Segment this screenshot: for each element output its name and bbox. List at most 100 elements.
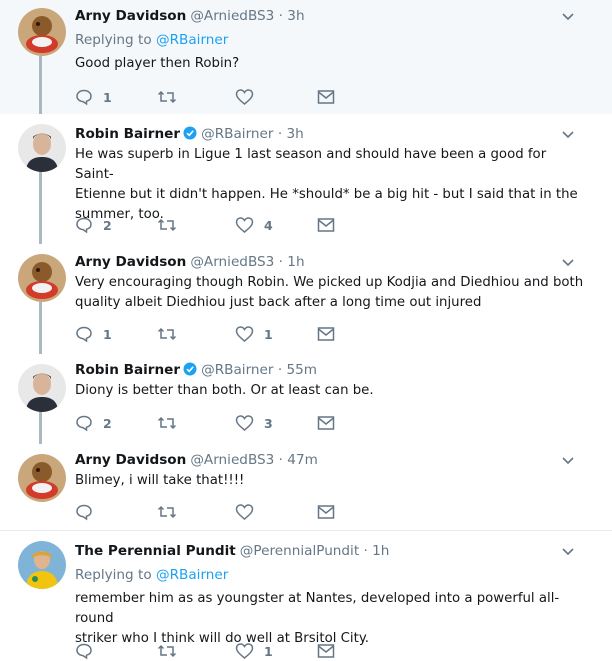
tweet-6[interactable]: The Perennial Pundit @PerennialPundit · 1… [0, 530, 612, 661]
display-name[interactable]: Arny Davidson [75, 452, 186, 468]
display-name[interactable]: Robin Bairner [75, 126, 180, 142]
tweet-text: Good player then Robin? [75, 54, 588, 74]
like-button[interactable]: 4 [235, 215, 273, 235]
envelope-icon [317, 327, 335, 341]
tweet-text-line: quality albeit Diedhiou just back after … [75, 295, 482, 310]
tweet-text-line: Blimey, i will take that!!!! [75, 473, 245, 488]
chevron-down-icon[interactable] [560, 254, 576, 270]
reply-icon [76, 89, 92, 106]
retweet-button[interactable] [157, 324, 177, 344]
user-handle[interactable]: @ArniedBS3 [190, 254, 274, 270]
display-name[interactable]: Arny Davidson [75, 8, 186, 24]
heart-icon [235, 415, 254, 431]
reply-icon [76, 217, 92, 234]
replying-prefix: Replying to [75, 32, 152, 48]
chevron-down-icon[interactable] [560, 452, 576, 468]
timestamp[interactable]: 47m [287, 452, 318, 468]
direct-message-button[interactable] [317, 215, 335, 235]
tweet-4[interactable]: Robin Bairner @RBairner · 55m Diony is be… [0, 354, 612, 444]
reply-count: 2 [103, 217, 112, 233]
user-handle[interactable]: @RBairner [201, 126, 273, 142]
reply-button[interactable]: 2 [75, 215, 112, 235]
retweet-icon [157, 218, 177, 232]
direct-message-button[interactable] [317, 641, 335, 661]
timestamp[interactable]: 55m [286, 362, 317, 378]
replying-to-link[interactable]: @RBairner [156, 32, 228, 48]
like-count: 1 [264, 643, 273, 659]
verified-badge-icon [183, 126, 197, 140]
tweet-text: remember him as as youngster at Nantes, … [75, 589, 588, 649]
reply-button[interactable] [75, 502, 103, 522]
thread-line [39, 56, 42, 114]
direct-message-button[interactable] [317, 324, 335, 344]
reply-count: 1 [103, 89, 112, 105]
display-name[interactable]: The Perennial Pundit [75, 543, 236, 559]
chevron-down-icon[interactable] [560, 543, 576, 559]
reply-count: 2 [103, 415, 112, 431]
retweet-button[interactable] [157, 215, 177, 235]
like-count: 1 [264, 326, 273, 342]
retweet-button[interactable] [157, 641, 177, 661]
tweet-text-line: Etienne but it didn't happen. He *should… [75, 187, 578, 202]
heart-icon [235, 504, 254, 520]
avatar-arny-davidson[interactable] [18, 254, 66, 302]
tweet-header: Arny Davidson @ArniedBS3 · 3h [75, 6, 588, 26]
avatar-image [18, 364, 66, 412]
direct-message-button[interactable] [317, 502, 335, 522]
like-button[interactable]: 1 [235, 324, 273, 344]
avatar-arny-davidson[interactable] [18, 454, 66, 502]
heart-icon [235, 643, 254, 659]
avatar-image [18, 124, 66, 172]
avatar-arny-davidson[interactable] [18, 8, 66, 56]
avatar-robin-bairner[interactable] [18, 364, 66, 412]
like-button[interactable] [235, 502, 264, 522]
tweet-header: Robin Bairner @RBairner · 3h [75, 124, 588, 144]
retweet-icon [157, 505, 177, 519]
tweet-text-line: Good player then Robin? [75, 56, 240, 71]
conversation-thread: Arny Davidson @ArniedBS3 · 3h Replying to… [0, 0, 612, 661]
tweet-header: The Perennial Pundit @PerennialPundit · 1… [75, 541, 588, 561]
retweet-button[interactable] [157, 502, 177, 522]
tweet-text-line: Very encouraging though Robin. We picked… [75, 275, 584, 290]
display-name[interactable]: Arny Davidson [75, 254, 186, 270]
tweet-3[interactable]: Arny Davidson @ArniedBS3 · 1h Very encour… [0, 244, 612, 354]
timestamp[interactable]: 1h [372, 543, 389, 559]
reply-button[interactable] [75, 641, 103, 661]
retweet-icon [157, 644, 177, 658]
avatar-the-perennial-pundit[interactable] [18, 541, 66, 589]
timestamp[interactable]: 3h [286, 126, 303, 142]
tweet-5[interactable]: Arny Davidson @ArniedBS3 · 47m Blimey, i … [0, 444, 612, 530]
heart-icon [235, 89, 254, 105]
display-name[interactable]: Robin Bairner [75, 362, 180, 378]
chevron-down-icon[interactable] [560, 126, 576, 142]
reply-button[interactable]: 2 [75, 413, 112, 433]
retweet-icon [157, 416, 177, 430]
reply-button[interactable]: 1 [75, 324, 112, 344]
retweet-button[interactable] [157, 413, 177, 433]
user-handle[interactable]: @RBairner [201, 362, 273, 378]
replying-to-link[interactable]: @RBairner [156, 567, 228, 583]
envelope-icon [317, 505, 335, 519]
user-handle[interactable]: @ArniedBS3 [190, 8, 274, 24]
chevron-down-icon[interactable] [560, 8, 576, 24]
like-button[interactable]: 3 [235, 413, 273, 433]
tweet-header: Arny Davidson @ArniedBS3 · 47m [75, 450, 588, 470]
timestamp[interactable]: 1h [287, 254, 304, 270]
timestamp[interactable]: 3h [287, 8, 304, 24]
retweet-button[interactable] [157, 87, 177, 107]
like-button[interactable] [235, 87, 264, 107]
like-button[interactable]: 1 [235, 641, 273, 661]
avatar-robin-bairner[interactable] [18, 124, 66, 172]
tweet-header: Arny Davidson @ArniedBS3 · 1h [75, 252, 588, 272]
tweet-2[interactable]: Robin Bairner @RBairner · 3h He was super… [0, 114, 612, 244]
user-handle[interactable]: @PerennialPundit [240, 543, 359, 559]
user-handle[interactable]: @ArniedBS3 [190, 452, 274, 468]
tweet-1[interactable]: Arny Davidson @ArniedBS3 · 3h Replying to… [0, 0, 612, 114]
heart-icon [235, 326, 254, 342]
direct-message-button[interactable] [317, 87, 335, 107]
replying-to: Replying to @RBairner [75, 565, 588, 585]
tweet-text-line: He was superb in Ligue 1 last season and… [75, 147, 547, 182]
replying-prefix: Replying to [75, 567, 152, 583]
reply-button[interactable]: 1 [75, 87, 112, 107]
direct-message-button[interactable] [317, 413, 335, 433]
